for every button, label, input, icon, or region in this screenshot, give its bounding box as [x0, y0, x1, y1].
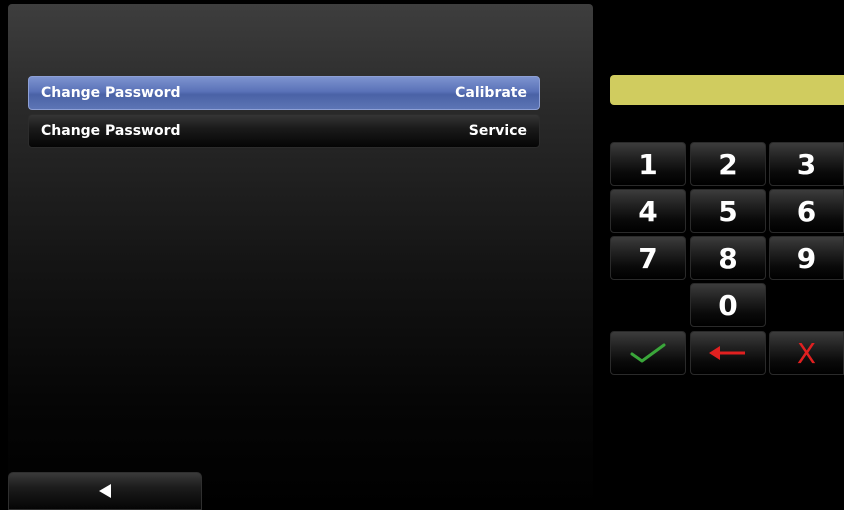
key-4[interactable]: 4 — [610, 189, 686, 233]
key-0[interactable]: 0 — [690, 283, 766, 327]
password-entry-display[interactable] — [610, 75, 844, 105]
menu-item-label: Change Password — [41, 123, 181, 139]
cancel-button[interactable]: X — [769, 331, 844, 375]
key-8[interactable]: 8 — [690, 236, 766, 280]
menu-item-change-password-calibrate[interactable]: Change Password Calibrate — [28, 76, 540, 110]
key-1[interactable]: 1 — [610, 142, 686, 186]
menu-item-value: Calibrate — [455, 85, 527, 101]
cancel-icon: X — [796, 336, 817, 370]
check-icon — [630, 343, 666, 363]
backspace-button[interactable] — [690, 331, 766, 375]
key-2[interactable]: 2 — [690, 142, 766, 186]
key-3[interactable]: 3 — [769, 142, 844, 186]
menu-item-change-password-service[interactable]: Change Password Service — [28, 114, 540, 148]
menu-item-value: Service — [468, 123, 527, 139]
menu-item-label: Change Password — [41, 85, 181, 101]
key-7[interactable]: 7 — [610, 236, 686, 280]
key-9[interactable]: 9 — [769, 236, 844, 280]
key-5[interactable]: 5 — [690, 189, 766, 233]
key-6[interactable]: 6 — [769, 189, 844, 233]
back-arrow-icon — [99, 484, 111, 498]
back-button[interactable] — [8, 472, 202, 510]
enter-button[interactable] — [610, 331, 686, 375]
screen: Change Password Calibrate Change Passwor… — [0, 0, 844, 510]
left-arrow-icon — [709, 346, 745, 360]
